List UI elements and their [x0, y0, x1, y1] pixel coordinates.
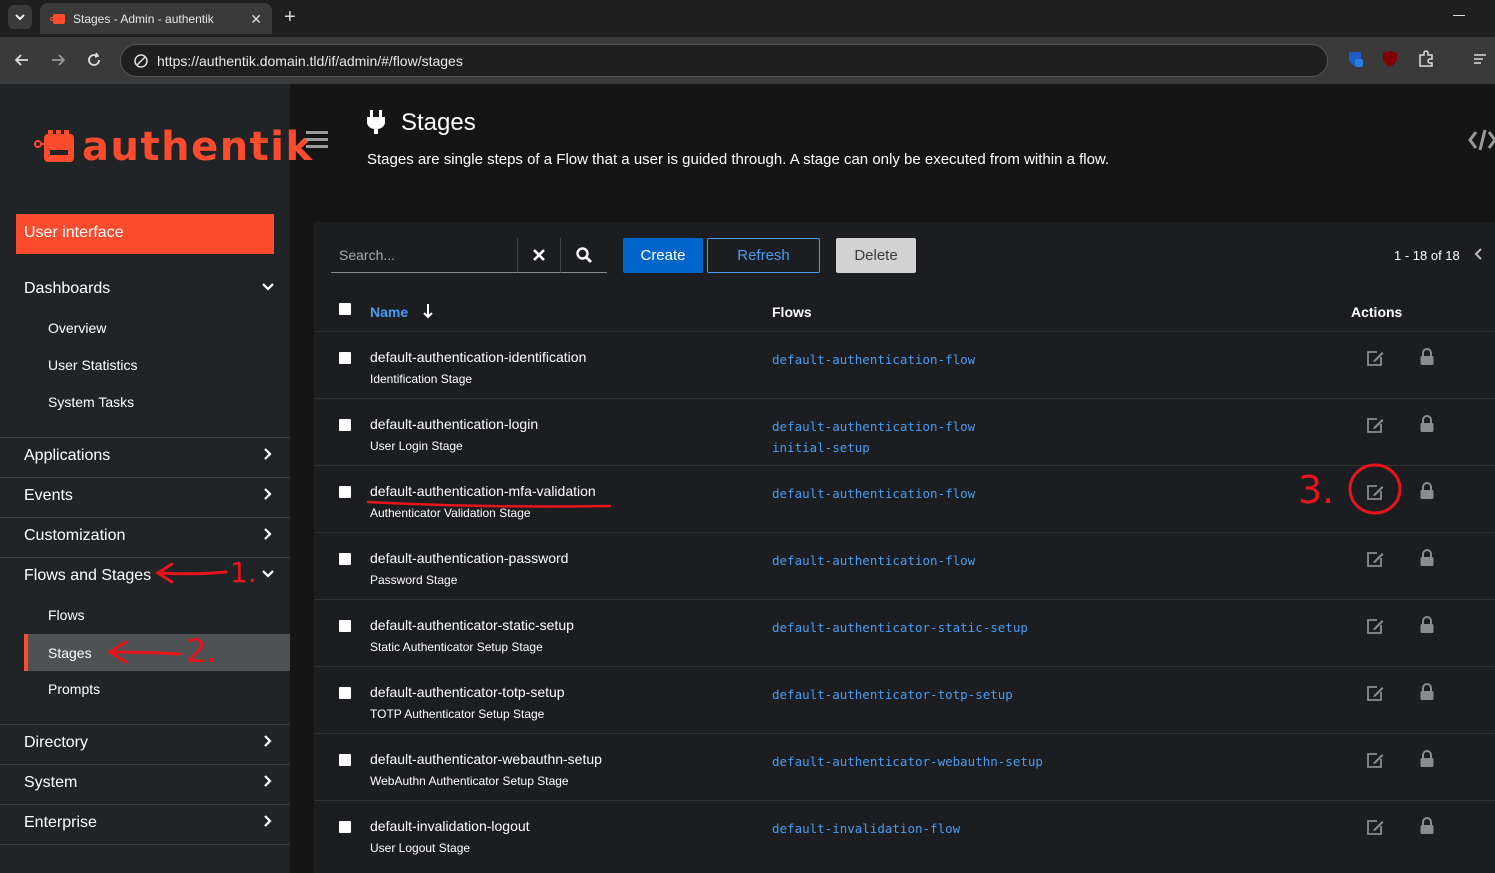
annotation-step-3: 3. — [1298, 468, 1335, 512]
annotation-arrow-1 — [155, 562, 228, 584]
annotation-arrow-2 — [107, 640, 182, 664]
annotation-step-1: 1. — [230, 556, 257, 589]
annotation-underline — [366, 500, 612, 508]
annotation-overlay — [107, 463, 1402, 664]
annotation-circle — [1348, 463, 1402, 515]
annotation-step-2: 2. — [186, 632, 217, 670]
